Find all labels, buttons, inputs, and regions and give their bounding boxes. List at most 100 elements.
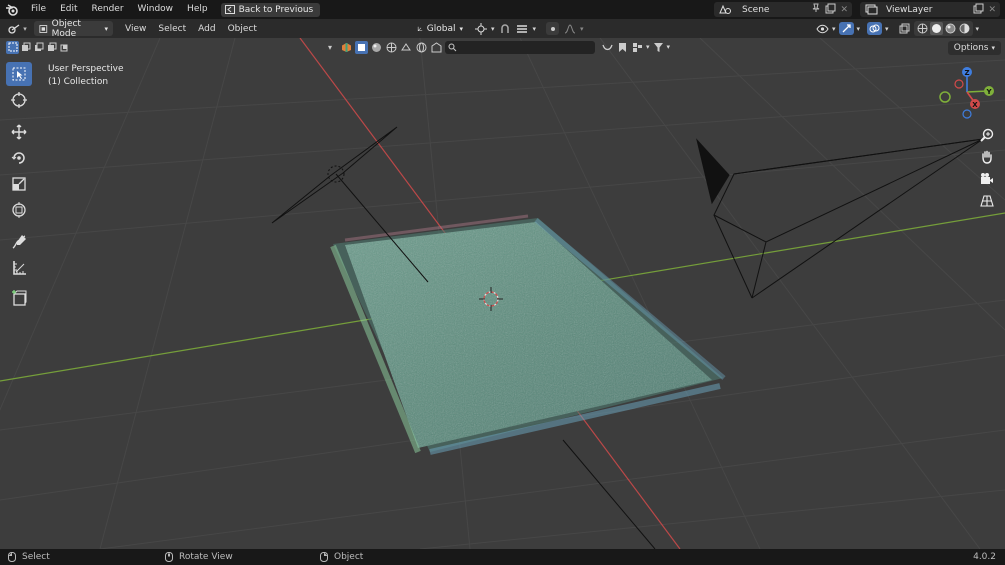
xray-toggle-icon[interactable] bbox=[898, 22, 911, 35]
gizmo-neg-z-axis[interactable] bbox=[962, 109, 972, 119]
version-label: 4.0.2 bbox=[973, 552, 996, 562]
cursor-icon bbox=[11, 92, 27, 108]
mode-dropdown[interactable]: Object Mode ▾ bbox=[34, 19, 113, 39]
display-mode-icon[interactable] bbox=[631, 41, 644, 54]
chevron-down-icon: ▾ bbox=[646, 43, 650, 51]
gizmo-z-label: Z bbox=[964, 69, 969, 77]
new-viewlayer-icon[interactable] bbox=[973, 3, 984, 17]
viewport-scene bbox=[0, 38, 1005, 549]
measure-tool[interactable] bbox=[6, 256, 32, 280]
mouse-left-icon bbox=[8, 552, 16, 562]
perspective-toggle-button[interactable] bbox=[976, 191, 998, 211]
viewlayer-selector[interactable]: ViewLayer ✕ bbox=[860, 2, 1000, 17]
rotate-tool[interactable] bbox=[6, 146, 32, 170]
chevron-down-icon: ▾ bbox=[975, 24, 980, 33]
search-field[interactable] bbox=[445, 40, 595, 54]
chevron-down-icon: ▾ bbox=[23, 24, 27, 33]
gizmo-y-label: Y bbox=[985, 88, 992, 96]
other-filter-icon[interactable] bbox=[430, 41, 443, 54]
transform-tool[interactable] bbox=[6, 198, 32, 222]
visibility-icon[interactable] bbox=[816, 22, 829, 35]
pan-view-button[interactable] bbox=[976, 147, 998, 167]
menu-object[interactable]: Object bbox=[222, 24, 263, 34]
chevron-down-icon: ▾ bbox=[532, 24, 537, 33]
back-to-previous-button[interactable]: Back to Previous bbox=[220, 2, 321, 17]
options-button[interactable]: Options ▾ bbox=[947, 41, 1001, 55]
falloff-icon[interactable] bbox=[563, 22, 576, 35]
menu-window[interactable]: Window bbox=[131, 0, 181, 19]
zoom-view-button[interactable] bbox=[976, 125, 998, 145]
wireframe-shading-icon[interactable] bbox=[916, 22, 929, 35]
status-rotate-label: Rotate View bbox=[179, 552, 233, 562]
blender-logo-icon[interactable] bbox=[0, 0, 24, 19]
menu-select[interactable]: Select bbox=[152, 24, 192, 34]
filter-icon[interactable] bbox=[652, 41, 665, 54]
scale-tool[interactable] bbox=[6, 172, 32, 196]
select-difference-icon[interactable] bbox=[45, 41, 58, 54]
chevron-down-icon: ▾ bbox=[666, 43, 671, 51]
gizmo-toggle-icon[interactable] bbox=[838, 22, 854, 35]
solid-shading-icon[interactable] bbox=[929, 22, 943, 35]
select-all-icon[interactable] bbox=[601, 41, 614, 54]
snap-increment-icon[interactable] bbox=[516, 22, 529, 35]
light-direction-line bbox=[562, 439, 656, 549]
scene-name[interactable]: Scene bbox=[742, 5, 769, 15]
grass-plane-object[interactable] bbox=[330, 214, 726, 455]
cursor-tool[interactable] bbox=[6, 88, 32, 112]
viewport-header: ▾ Object Mode ▾ View Select Add Object G… bbox=[0, 19, 1005, 39]
3d-viewport[interactable]: Z Y X bbox=[0, 38, 1005, 549]
annotate-tool[interactable] bbox=[6, 230, 32, 254]
camera-filter-icon[interactable] bbox=[400, 41, 413, 54]
select-box-tool[interactable] bbox=[6, 62, 32, 86]
menu-file[interactable]: File bbox=[24, 0, 53, 19]
chevron-down-icon: ▾ bbox=[991, 44, 995, 52]
add-cube-tool[interactable] bbox=[6, 286, 32, 310]
gizmo-neg-y-axis[interactable] bbox=[939, 91, 951, 103]
chevron-down-icon[interactable]: ▾ bbox=[328, 43, 338, 52]
camera-icon bbox=[981, 173, 993, 184]
pivot-point-icon[interactable] bbox=[474, 22, 487, 35]
new-scene-icon[interactable] bbox=[825, 3, 836, 17]
status-select: Select bbox=[8, 552, 50, 562]
rendered-shading-icon[interactable] bbox=[958, 22, 971, 35]
snap-icon[interactable] bbox=[499, 22, 512, 35]
material-filter-icon[interactable] bbox=[370, 41, 383, 54]
viewlayer-name[interactable]: ViewLayer bbox=[886, 5, 932, 15]
menu-edit[interactable]: Edit bbox=[53, 0, 84, 19]
menu-view[interactable]: View bbox=[119, 24, 152, 34]
perspective-grid-icon bbox=[980, 195, 994, 207]
camera-view-button[interactable] bbox=[976, 169, 998, 189]
overlays-toggle-icon[interactable] bbox=[867, 22, 883, 35]
transform-orientation-dropdown[interactable]: Global ▾ bbox=[412, 21, 468, 36]
mesh-filter-icon[interactable] bbox=[355, 40, 368, 54]
proportional-edit-icon[interactable] bbox=[546, 22, 560, 35]
scene-objects-icon[interactable] bbox=[340, 41, 353, 54]
camera-object[interactable] bbox=[696, 138, 984, 299]
select-intersect-icon[interactable] bbox=[58, 41, 71, 54]
delete-scene-icon[interactable]: ✕ bbox=[840, 5, 848, 15]
menu-render[interactable]: Render bbox=[85, 0, 131, 19]
delete-viewlayer-icon[interactable]: ✕ bbox=[988, 5, 996, 15]
menu-add[interactable]: Add bbox=[192, 24, 221, 34]
chevron-down-icon: ▾ bbox=[491, 24, 495, 33]
scene-selector[interactable]: Scene ✕ bbox=[714, 2, 852, 17]
gizmo-neg-x-axis[interactable] bbox=[954, 79, 964, 89]
editor-type-selector[interactable]: ▾ bbox=[0, 23, 34, 35]
shading-mode-group bbox=[913, 21, 973, 36]
hand-icon bbox=[982, 150, 992, 164]
select-extend-icon[interactable] bbox=[19, 41, 32, 54]
navigation-gizmo[interactable]: Z Y X bbox=[933, 64, 1003, 124]
material-shading-icon[interactable] bbox=[944, 22, 957, 35]
bookmark-icon[interactable] bbox=[616, 41, 629, 54]
move-tool[interactable] bbox=[6, 120, 32, 144]
select-subtract-icon[interactable] bbox=[32, 41, 45, 54]
collection-label: (1) Collection bbox=[48, 77, 109, 87]
light-filter-icon[interactable] bbox=[385, 41, 398, 54]
tool-shelf bbox=[6, 62, 36, 312]
options-label: Options bbox=[953, 43, 989, 53]
gizmo-x-label: X bbox=[972, 101, 978, 109]
world-filter-icon[interactable] bbox=[415, 41, 428, 54]
menu-help[interactable]: Help bbox=[180, 0, 215, 19]
pin-icon[interactable] bbox=[811, 3, 821, 16]
select-new-icon[interactable] bbox=[6, 40, 19, 54]
